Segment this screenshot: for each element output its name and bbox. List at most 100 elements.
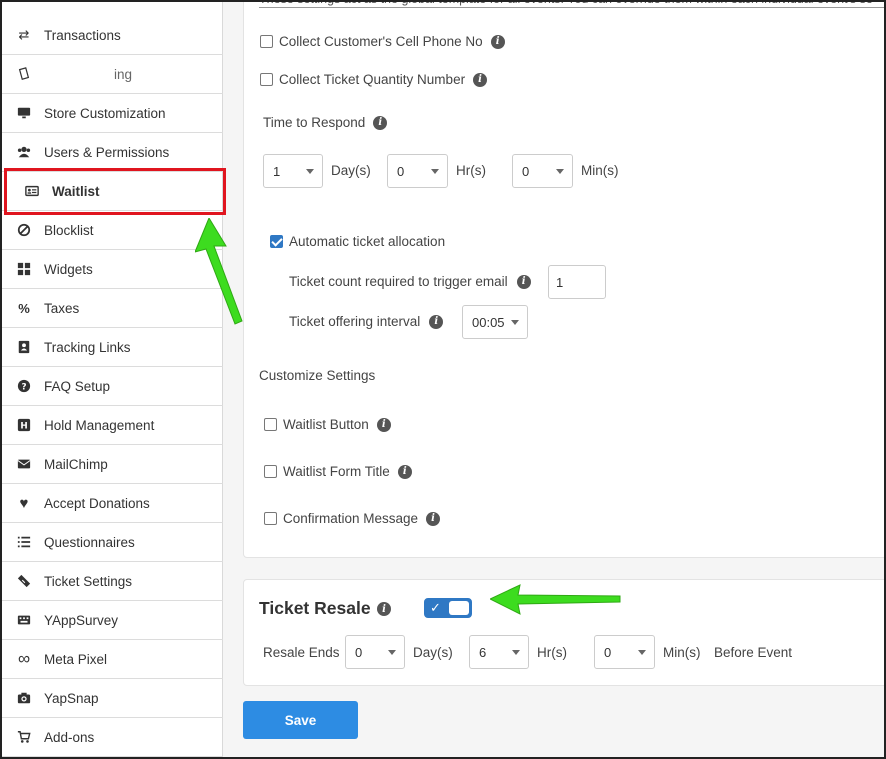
resale-days-unit: Day(s) [413,645,453,660]
sidebar-item-widgets[interactable]: Widgets [2,250,223,289]
auto-allocation-checkbox[interactable] [270,235,283,248]
sidebar-item-blocklist[interactable]: Blocklist [2,211,223,250]
sidebar-item-waitlist[interactable]: Waitlist [2,172,223,211]
ticket-scan-icon [16,66,32,82]
sidebar-item-yapsnap[interactable]: YapSnap [2,679,223,718]
sidebar-item-label: Waitlist [52,183,100,199]
cart-icon [16,729,32,745]
info-icon[interactable]: i [473,72,488,87]
meta-infinity-icon: ∞ [17,649,31,668]
sidebar-item-label: Users & Permissions [44,144,170,160]
resale-hours-select[interactable]: 6 [469,635,529,669]
sidebar-item-label: Ticket Settings [44,573,133,589]
sidebar-item-label: Accept Donations [44,495,150,511]
ticket-count-row: Ticket count required to trigger email i [289,274,531,289]
sidebar-item-label: Questionnaires [44,534,135,550]
ticket-icon [16,573,32,589]
waitlist-form-title-checkbox[interactable] [264,465,277,478]
sidebar-item-label: Add-ons [44,729,95,745]
transfer-icon: ⇄ [18,27,30,42]
sidebar-item-label: ing [114,66,133,82]
cell-phone-label: Collect Customer's Cell Phone No [279,34,483,49]
confirmation-message-checkbox[interactable] [264,512,277,525]
sidebar: ⇄ Transactions ing Store Customization Us… [2,0,223,759]
sidebar-item-transactions[interactable]: ⇄ Transactions [2,16,223,55]
sidebar-item-faq-setup[interactable]: ? FAQ Setup [2,367,223,406]
offering-interval-value: 00:05 [472,314,505,330]
waitlist-button-row: Waitlist Button i [264,417,391,432]
ticket-quantity-label: Collect Ticket Quantity Number [279,72,466,87]
annotation-arrow-up [195,218,243,325]
waitlist-button-checkbox[interactable] [264,418,277,431]
info-icon[interactable]: i [426,511,441,526]
sidebar-item-yappsurvey[interactable]: YAppSurvey [2,601,223,640]
respond-days-select[interactable]: 1 [263,154,323,188]
respond-hours-select[interactable]: 0 [387,154,448,188]
sidebar-item-label: FAQ Setup [44,378,111,394]
sidebar-item-questionnaires[interactable]: Questionnaires [2,523,223,562]
info-icon[interactable]: i [490,34,505,49]
ticket-count-input[interactable]: 1 [548,265,606,299]
resale-ends-label: Resale Ends [263,645,340,660]
monitor-icon [16,105,32,121]
offering-interval-select[interactable]: 00:05 [462,305,528,339]
users-icon [16,144,32,160]
sidebar-item-add-ons[interactable]: Add-ons [2,718,223,757]
sidebar-item-accept-donations[interactable]: ♥ Accept Donations [2,484,223,523]
chevron-down-icon [512,650,520,655]
checkmark-icon: ✓ [430,600,441,615]
ticket-resale-toggle[interactable]: ✓ [424,598,472,618]
info-icon[interactable]: i [373,115,388,130]
ticket-resale-title: Ticket Resale [259,598,371,618]
h-square-icon: H [16,417,32,433]
sidebar-item-obscured[interactable]: ing [2,55,223,94]
id-card-icon [24,183,40,199]
toggle-knob [449,601,469,615]
respond-days-value: 1 [273,163,281,179]
info-icon[interactable]: i [377,602,391,616]
heart-icon: ♥ [19,494,29,512]
sidebar-item-users-permissions[interactable]: Users & Permissions [2,133,223,172]
sidebar-item-ticket-settings[interactable]: Ticket Settings [2,562,223,601]
offering-interval-row: Ticket offering interval i [289,314,444,329]
ticket-quantity-row: Collect Ticket Quantity Number i [260,72,488,87]
contact-book-icon [16,339,32,355]
info-icon[interactable]: i [376,417,391,432]
camera-icon [16,690,32,706]
resale-days-select[interactable]: 0 [345,635,405,669]
chevron-down-icon [388,650,396,655]
auto-allocation-label: Automatic ticket allocation [289,234,446,249]
sidebar-item-taxes[interactable]: % Taxes [2,289,223,328]
respond-minutes-value: 0 [522,163,530,179]
percent-icon: % [18,300,30,316]
confirmation-message-row: Confirmation Message i [264,511,441,526]
save-button[interactable]: Save [243,701,358,739]
sidebar-item-label: Blocklist [44,222,94,238]
sidebar-item-hold-management[interactable]: H Hold Management [2,406,223,445]
sidebar-item-meta-pixel[interactable]: ∞ Meta Pixel [2,640,223,679]
respond-minutes-select[interactable]: 0 [512,154,573,188]
sidebar-item-label: Meta Pixel [44,651,108,667]
resale-minutes-select[interactable]: 0 [594,635,655,669]
sidebar-item-mailchimp[interactable]: MailChimp [2,445,223,484]
ticket-quantity-checkbox[interactable] [260,73,273,86]
sidebar-item-label: YAppSurvey [44,612,119,628]
sidebar-item-label: MailChimp [44,456,108,472]
chevron-down-icon [638,650,646,655]
respond-hours-value: 0 [397,163,405,179]
info-icon[interactable]: i [516,274,531,289]
chevron-down-icon [431,169,439,174]
customize-settings-label: Customize Settings [259,368,376,383]
resale-minutes-unit: Min(s) [663,645,701,660]
info-icon[interactable]: i [397,464,412,479]
info-icon[interactable]: i [429,314,444,329]
annotation-arrow-left [490,584,621,615]
redacted-region [44,68,114,80]
ticket-count-label: Ticket count required to trigger email [289,274,508,289]
sidebar-item-tracking-links[interactable]: Tracking Links [2,328,223,367]
svg-text:H: H [20,422,27,432]
cell-phone-checkbox[interactable] [260,35,273,48]
sidebar-item-label: Tracking Links [44,339,131,355]
sidebar-item-store-customization[interactable]: Store Customization [2,94,223,133]
respond-minutes-unit: Min(s) [581,163,619,178]
